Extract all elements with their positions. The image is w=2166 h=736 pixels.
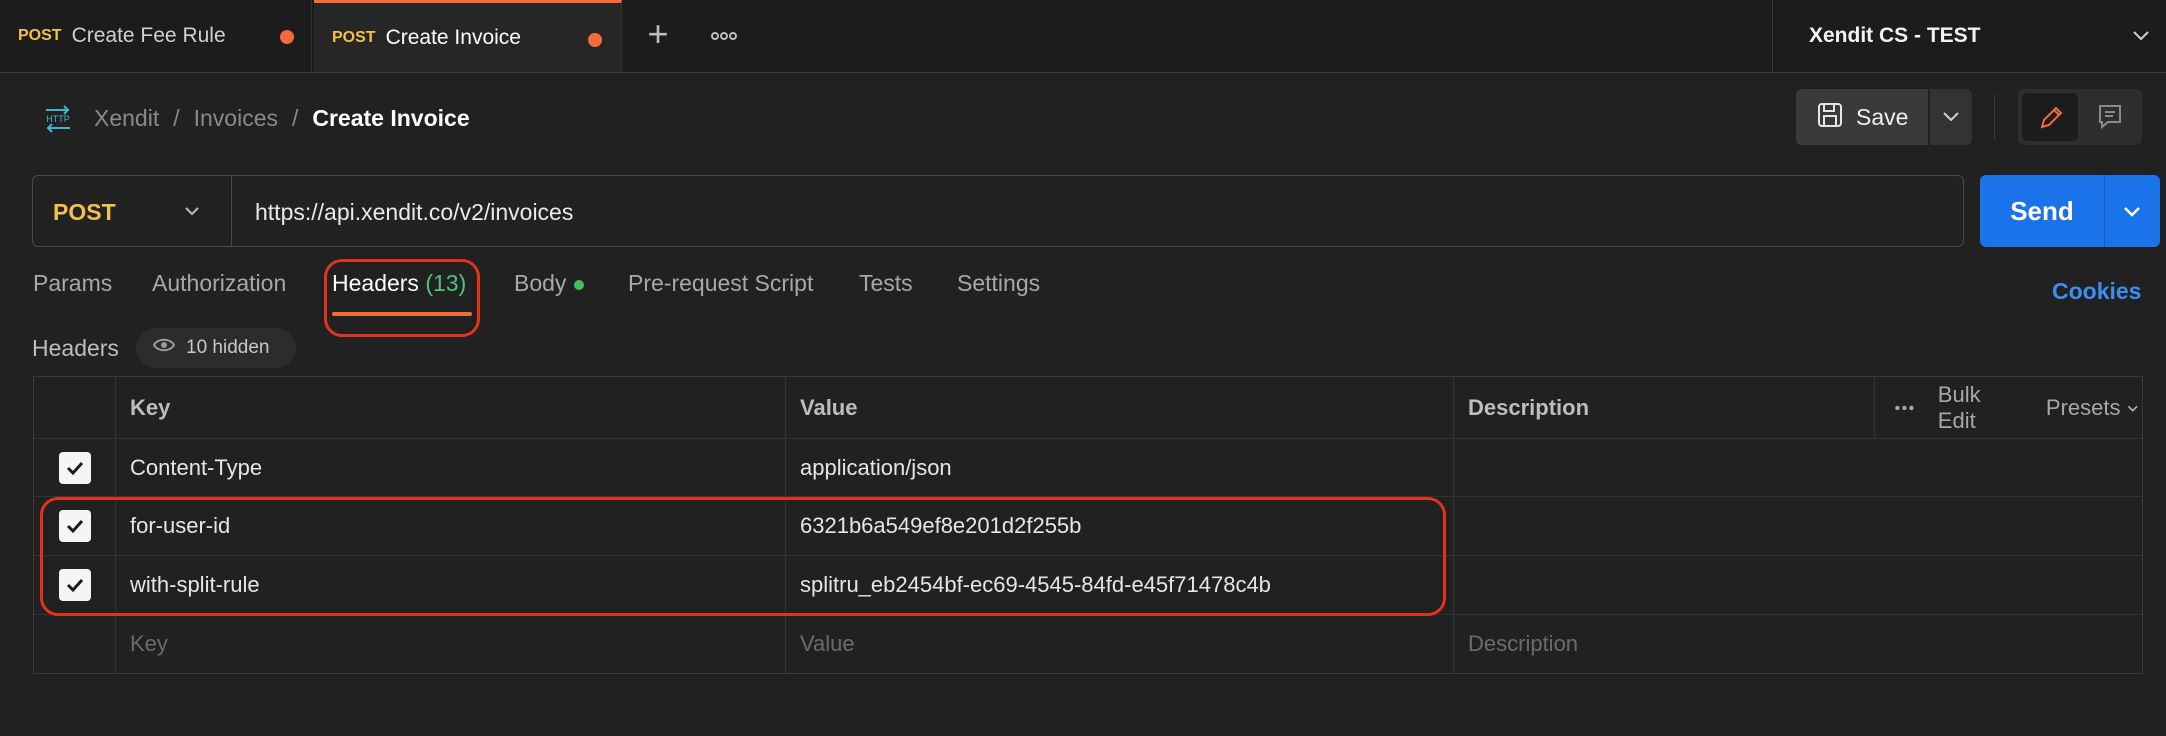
value-column-header: Value	[786, 377, 1454, 438]
edit-mode-button[interactable]	[2022, 93, 2078, 141]
row-checkbox-cell	[34, 615, 116, 673]
divider	[1994, 94, 1995, 140]
send-button[interactable]: Send	[1980, 175, 2160, 247]
http-request-icon: HTTP	[40, 100, 76, 136]
new-tab-plus-icon[interactable]: +	[640, 16, 676, 54]
http-icon-text: HTTP	[46, 114, 70, 124]
tab-authorization[interactable]: Authorization	[152, 270, 286, 297]
send-label: Send	[2010, 196, 2074, 226]
chevron-down-icon	[181, 200, 203, 227]
row-checkbox-cell	[34, 439, 116, 496]
method-select[interactable]: POST	[33, 176, 232, 246]
chevron-down-icon	[2128, 405, 2139, 412]
breadcrumb-separator: /	[173, 104, 180, 131]
breadcrumb: HTTP Xendit / Invoices / Create Invoice	[40, 98, 470, 138]
eye-icon	[152, 333, 176, 363]
save-label: Save	[1856, 103, 1909, 130]
comments-button[interactable]	[2082, 93, 2138, 141]
header-value[interactable]: application/json	[786, 439, 1454, 496]
table-row-placeholder: Key Value Description	[34, 615, 2142, 673]
tab-method: POST	[18, 27, 62, 44]
body-status-dot-icon	[574, 279, 585, 290]
cookies-link[interactable]: Cookies	[2052, 278, 2141, 305]
key-placeholder-input[interactable]: Key	[116, 615, 786, 673]
unsaved-dot-icon	[588, 33, 602, 47]
view-toggle	[2018, 89, 2142, 145]
header-description[interactable]	[1454, 439, 2142, 496]
method-value: POST	[53, 199, 116, 225]
tab-body-label: Body	[514, 270, 567, 296]
chevron-down-icon	[2130, 24, 2152, 51]
url-bar: POST https://api.xendit.co/v2/invoices	[32, 175, 1964, 247]
tab-label: Create Invoice	[385, 25, 521, 49]
highlight-annotation	[40, 497, 1446, 616]
key-column-header: Key	[116, 377, 786, 438]
tab-create-invoice[interactable]: POST Create Invoice	[314, 0, 622, 72]
description-column-label: Description	[1468, 394, 1590, 420]
tab-label: Create Fee Rule	[71, 24, 226, 47]
checkmark-icon	[66, 461, 83, 475]
tab-prerequest-script[interactable]: Pre-request Script	[628, 270, 813, 297]
request-name[interactable]: Create Invoice	[312, 105, 469, 132]
tab-body[interactable]: Body	[514, 270, 585, 297]
comment-icon	[2099, 105, 2121, 130]
environment-selector[interactable]: Xendit CS - TEST	[1772, 0, 2166, 72]
select-column-header	[34, 377, 116, 438]
breadcrumb-workspace[interactable]: Xendit	[94, 105, 159, 132]
table-row: Content-Type application/json	[34, 439, 2142, 497]
more-options-icon[interactable]	[706, 18, 742, 54]
headers-section-title: Headers	[32, 335, 119, 361]
header-description[interactable]	[1454, 556, 2142, 614]
save-button[interactable]: Save	[1796, 89, 1928, 145]
tab-params[interactable]: Params	[33, 270, 112, 297]
bulk-edit-button[interactable]: Bulk Edit	[1938, 382, 2014, 434]
header-key[interactable]: Content-Type	[116, 439, 786, 496]
value-placeholder-input[interactable]: Value	[786, 615, 1454, 673]
table-tools: Bulk Edit Presets	[1874, 377, 2142, 438]
url-input[interactable]: https://api.xendit.co/v2/invoices	[255, 199, 573, 226]
pencil-icon	[2040, 106, 2063, 129]
more-options-icon[interactable]	[1893, 395, 1916, 421]
save-options-button[interactable]	[1930, 89, 1972, 145]
tab-create-fee-rule[interactable]: POST Create Fee Rule	[0, 0, 312, 72]
description-column-header: Description Bulk Edit Presets	[1454, 377, 2142, 438]
row-checkbox[interactable]	[58, 451, 91, 484]
description-placeholder-input[interactable]: Description	[1454, 615, 2142, 673]
hidden-headers-toggle[interactable]: 10 hidden	[136, 328, 296, 368]
environment-name: Xendit CS - TEST	[1809, 24, 1981, 47]
unsaved-dot-icon	[280, 30, 294, 44]
tab-bar: POST Create Fee Rule POST Create Invoice…	[0, 0, 2166, 73]
tab-method: POST	[332, 28, 376, 46]
breadcrumb-separator: /	[291, 104, 299, 131]
presets-button[interactable]: Presets	[2046, 395, 2121, 421]
highlight-annotation	[324, 259, 480, 337]
send-options-chevron-icon[interactable]	[2120, 199, 2144, 228]
header-description[interactable]	[1454, 497, 2142, 555]
tab-settings[interactable]: Settings	[957, 270, 1040, 297]
tab-tests[interactable]: Tests	[859, 270, 913, 297]
save-icon	[1816, 101, 1844, 134]
table-header-row: Key Value Description Bulk Edit Presets	[34, 377, 2142, 439]
chevron-down-icon	[1943, 112, 1959, 122]
send-divider	[2104, 175, 2105, 247]
hidden-count: 10 hidden	[186, 337, 270, 358]
breadcrumb-collection[interactable]: Invoices	[194, 105, 278, 132]
